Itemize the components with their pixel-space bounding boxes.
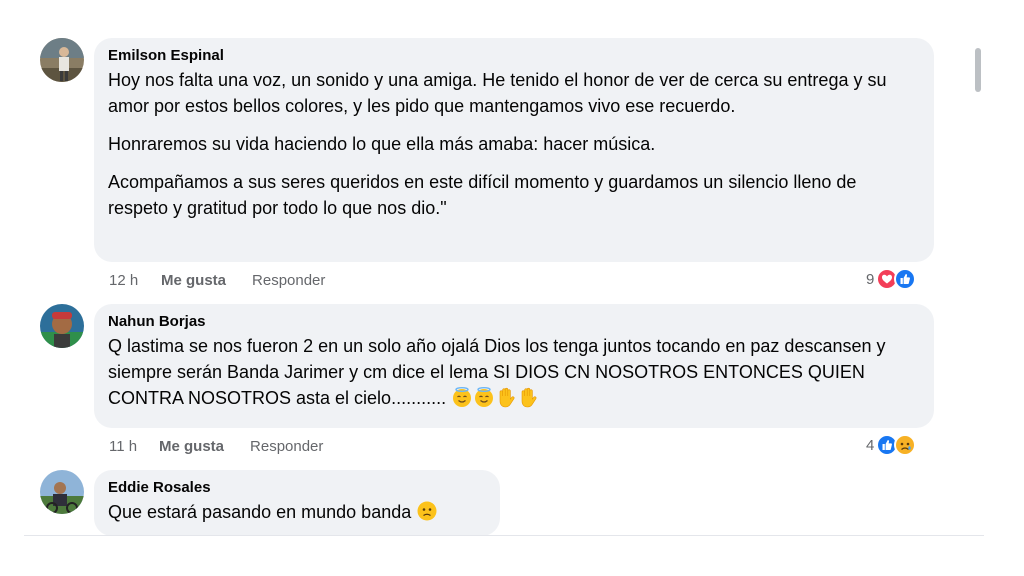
scrollbar[interactable] [975, 48, 981, 92]
comment-paragraph: Acompañamos a sus seres queridos en este… [108, 172, 857, 218]
reaction-summary[interactable]: 4 [866, 434, 917, 456]
comment-text-wrapper: Que estará pasando en mundo banda [108, 499, 486, 529]
sad-face-icon [416, 500, 438, 529]
comment-bubble: Eddie Rosales Que estará pasando en mund… [94, 470, 500, 536]
comment-paragraph: Honraremos su vida haciendo lo que ella … [108, 134, 656, 154]
smiling-face-with-halo-icon [451, 386, 473, 415]
avatar[interactable] [40, 470, 84, 514]
comment-bubble: Nahun Borjas Q lastima se nos fueron 2 e… [94, 304, 934, 428]
like-button[interactable]: Me gusta [159, 438, 224, 456]
comment-actions: 11 h Me gusta Responder [109, 438, 323, 456]
comment-bubble: Emilson Espinal Hoy nos falta una voz, u… [94, 38, 934, 262]
reaction-count: 4 [866, 436, 875, 454]
divider [24, 535, 984, 536]
reply-button[interactable]: Responder [250, 438, 323, 456]
comment-timestamp[interactable]: 12 h [109, 272, 161, 290]
comment-paragraph: Hoy nos falta una voz, un sonido y una a… [108, 70, 887, 116]
raised-hand-icon [495, 386, 517, 415]
comment-author[interactable]: Nahun Borjas [108, 313, 920, 331]
sad-icon [894, 434, 917, 456]
like-button[interactable]: Me gusta [161, 272, 226, 290]
comment-actions: 12 h Me gusta Responder [109, 272, 325, 290]
comment-author[interactable]: Eddie Rosales [108, 479, 486, 497]
raised-hand-icon [517, 386, 539, 415]
avatar[interactable] [40, 304, 84, 348]
reply-button[interactable]: Responder [252, 272, 325, 290]
reaction-summary[interactable]: 9 [866, 268, 917, 290]
reaction-count: 9 [866, 270, 875, 288]
smiling-face-with-halo-icon [473, 386, 495, 415]
comment-timestamp[interactable]: 11 h [109, 438, 159, 456]
comment-text-wrapper: Q lastima se nos fueron 2 en un solo año… [108, 333, 920, 415]
avatar[interactable] [40, 38, 84, 82]
like-icon [894, 268, 917, 290]
comment-author[interactable]: Emilson Espinal [108, 47, 920, 65]
comment-text: Que estará pasando en mundo banda [108, 502, 412, 522]
